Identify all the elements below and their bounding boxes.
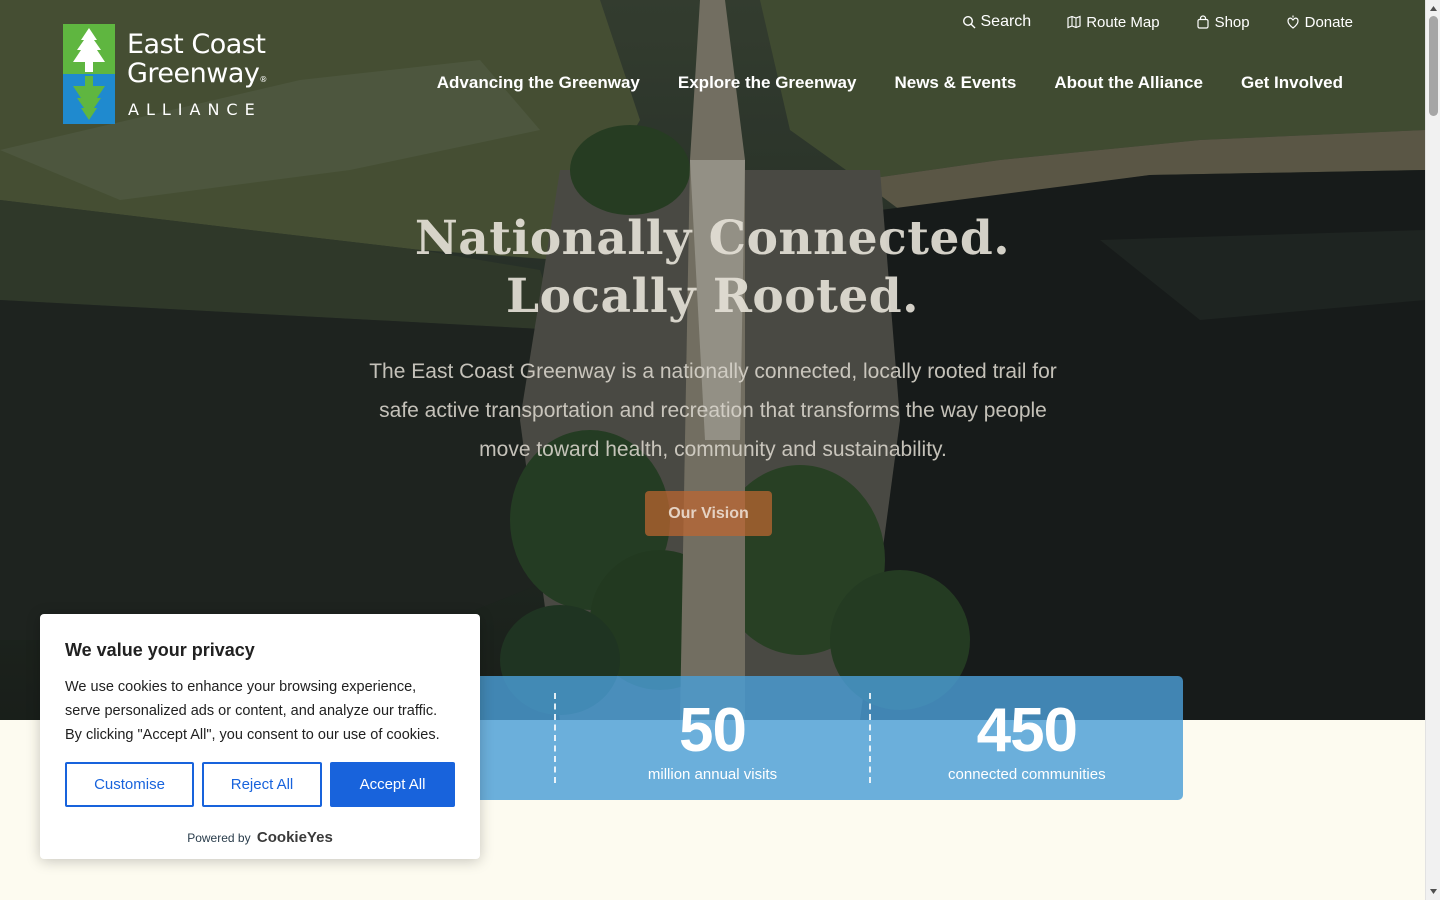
- utility-nav-route-map[interactable]: Route Map: [1067, 12, 1160, 32]
- utility-nav-label: Shop: [1214, 13, 1250, 31]
- main-nav-news-events[interactable]: News & Events: [894, 72, 1016, 94]
- cookieyes-logo[interactable]: CookieYes: [257, 829, 333, 846]
- registered-mark: ®: [259, 75, 267, 84]
- utility-nav-label: Donate: [1304, 13, 1353, 31]
- stat-item: 450 connected communities: [871, 676, 1183, 800]
- logo-wordmark: East Coast Greenway® ALLIANCE: [127, 30, 267, 119]
- logo-line-2-text: Greenway: [127, 58, 260, 89]
- site-logo[interactable]: East Coast Greenway® ALLIANCE: [63, 24, 267, 124]
- logo-line-2: Greenway®: [127, 59, 267, 94]
- map-icon: [1067, 15, 1081, 29]
- hero-title: Nationally Connected. Locally Rooted.: [0, 210, 1425, 326]
- scrollbar-thumb[interactable]: [1429, 16, 1438, 116]
- cookie-buttons: Customise Reject All Accept All: [65, 762, 455, 807]
- scroll-down-arrow-icon[interactable]: [1429, 887, 1438, 896]
- cookie-text: We use cookies to enhance your browsing …: [65, 679, 440, 743]
- accept-all-button[interactable]: Accept All: [330, 762, 455, 807]
- main-nav-advancing[interactable]: Advancing the Greenway: [437, 72, 640, 94]
- reject-all-button[interactable]: Reject All: [202, 762, 322, 807]
- main-nav-get-involved[interactable]: Get Involved: [1241, 72, 1343, 94]
- stat-value: 50: [679, 696, 747, 765]
- powered-by: Powered by CookieYes: [65, 829, 455, 846]
- viewport: East Coast Greenway® ALLIANCE Search Rou…: [0, 0, 1425, 900]
- utility-nav: Search Route Map Shop Donate: [962, 12, 1353, 32]
- utility-nav-label: Search: [980, 13, 1032, 30]
- logo-line-1: East Coast: [127, 29, 266, 60]
- powered-by-label: Powered by: [187, 831, 251, 845]
- cookie-title: We value your privacy: [65, 640, 255, 660]
- shopping-bag-icon: [1196, 15, 1209, 29]
- utility-nav-shop[interactable]: Shop: [1196, 12, 1250, 32]
- stat-item: 50 million annual visits: [556, 676, 868, 800]
- page-scrollbar[interactable]: [1425, 0, 1440, 900]
- main-nav-explore[interactable]: Explore the Greenway: [678, 72, 857, 94]
- stat-label: connected communities: [948, 766, 1106, 783]
- cookie-consent-banner: We value your privacy We use cookies to …: [40, 614, 480, 859]
- scroll-up-arrow-icon[interactable]: [1429, 4, 1438, 13]
- donate-icon: [1287, 15, 1299, 29]
- utility-nav-search[interactable]: Search: [962, 12, 1032, 32]
- stat-value: 450: [976, 696, 1078, 765]
- logo-line-3: ALLIANCE: [128, 100, 262, 119]
- utility-nav-donate[interactable]: Donate: [1286, 12, 1353, 32]
- search-icon: [962, 15, 975, 29]
- hero-title-line-1: Nationally Connected.: [414, 211, 1011, 266]
- logo-tree-icon: [63, 24, 115, 124]
- main-nav: Advancing the Greenway Explore the Green…: [399, 72, 1343, 94]
- utility-nav-label: Route Map: [1086, 13, 1160, 31]
- hero-subtitle: The East Coast Greenway is a nationally …: [369, 360, 1057, 461]
- stat-label: million annual visits: [647, 766, 778, 783]
- hero-section: East Coast Greenway® ALLIANCE Search Rou…: [0, 0, 1425, 720]
- our-vision-button[interactable]: Our Vision: [645, 491, 772, 536]
- main-nav-about[interactable]: About the Alliance: [1054, 72, 1203, 94]
- customise-button[interactable]: Customise: [65, 762, 194, 807]
- hero-title-line-2: Locally Rooted.: [506, 269, 919, 324]
